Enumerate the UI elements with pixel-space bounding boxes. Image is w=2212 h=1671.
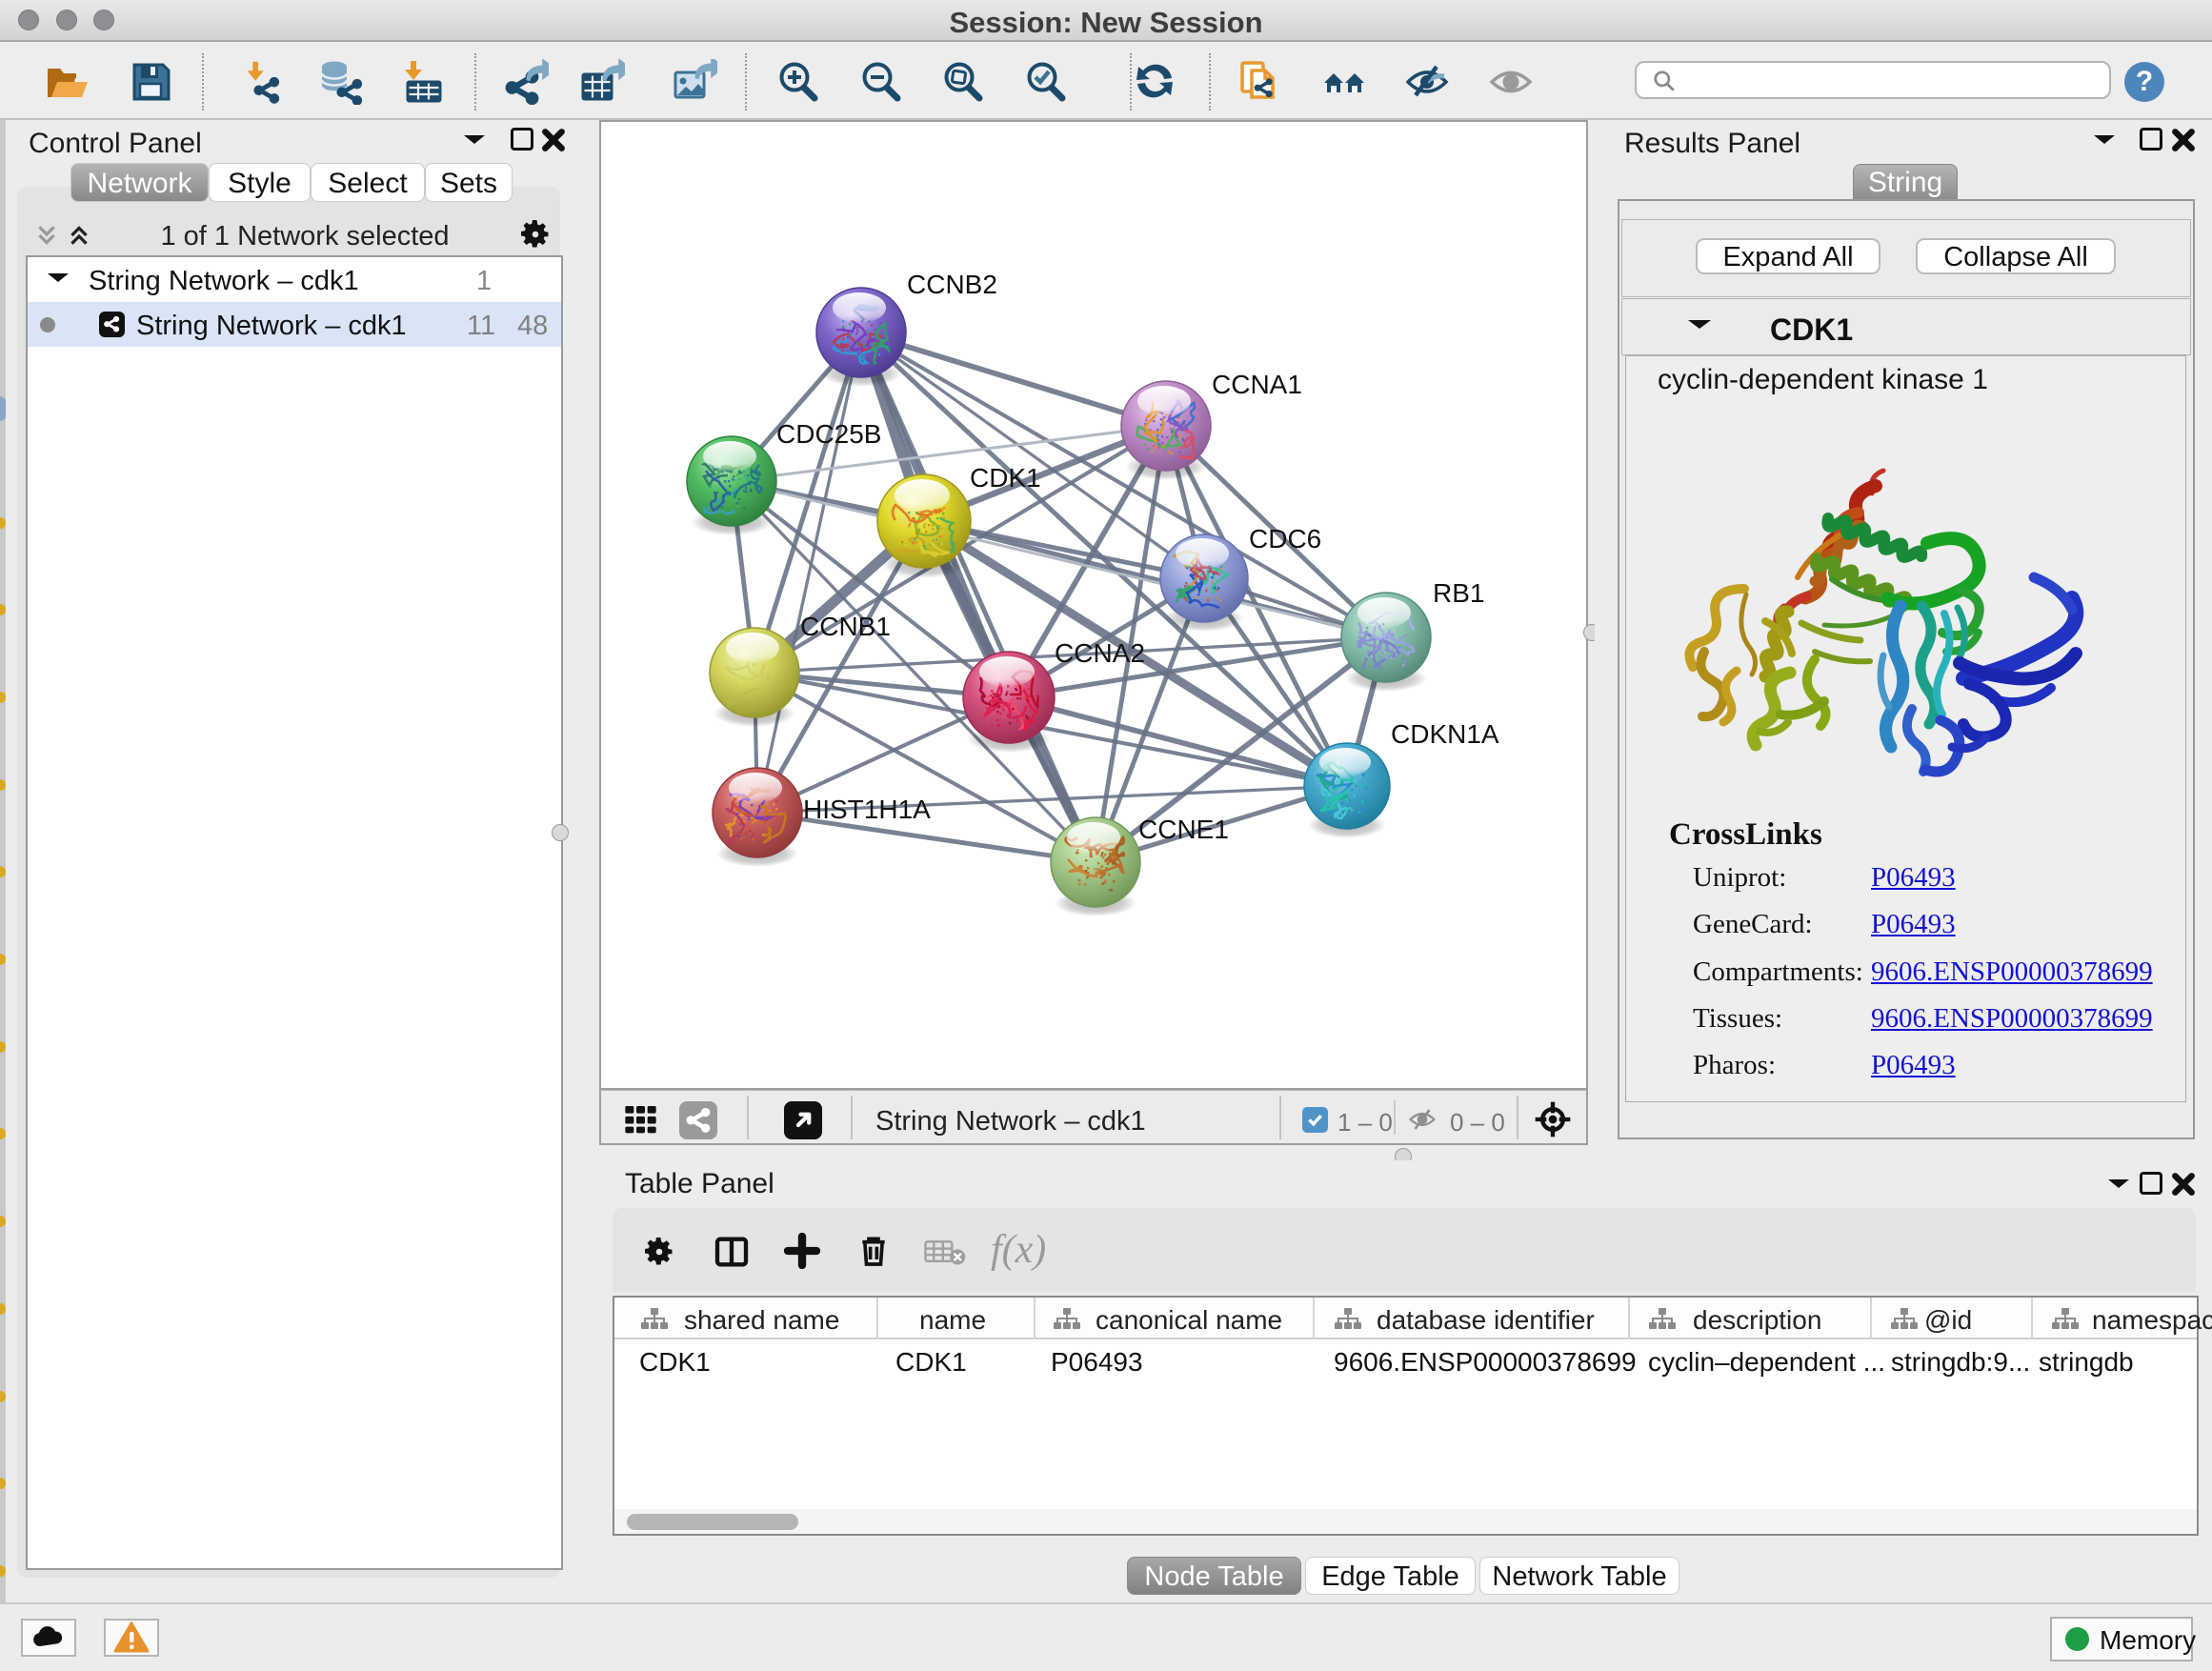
svg-text:CDC6: CDC6 [1249, 524, 1321, 554]
svg-text:CCNE1: CCNE1 [1138, 815, 1229, 844]
svg-text:?: ? [2136, 66, 2153, 97]
svg-text:HIST1H1A: HIST1H1A [803, 795, 931, 824]
svg-text:CDK1: CDK1 [970, 463, 1041, 493]
svg-text:RB1: RB1 [1433, 578, 1484, 608]
svg-text:CCNB1: CCNB1 [800, 612, 891, 641]
svg-text:CDC25B: CDC25B [776, 419, 881, 449]
svg-text:CCNB2: CCNB2 [907, 270, 997, 299]
svg-text:CCNA2: CCNA2 [1055, 638, 1145, 668]
svg-text:CCNA1: CCNA1 [1212, 370, 1302, 399]
svg-text:CDKN1A: CDKN1A [1391, 719, 1499, 749]
